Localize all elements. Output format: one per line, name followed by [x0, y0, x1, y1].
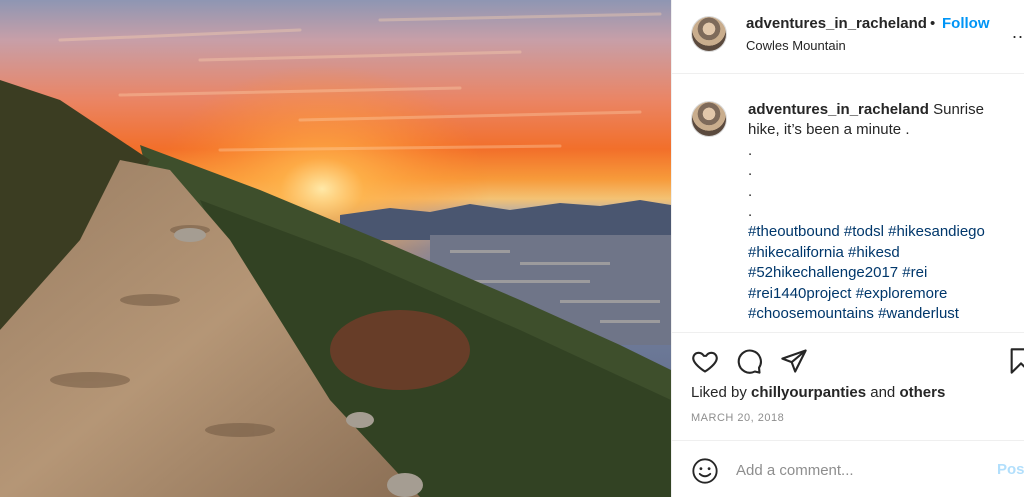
action-bar — [672, 343, 1024, 379]
avatar[interactable] — [691, 16, 727, 52]
caption-dot: . — [748, 162, 753, 180]
comment-bar: Pos — [672, 440, 1024, 497]
post-date[interactable]: MARCH 20, 2018 — [691, 412, 784, 424]
bookmark-icon[interactable] — [1007, 347, 1024, 375]
username-link[interactable]: adventures_in_racheland — [746, 15, 927, 32]
caption-avatar[interactable] — [691, 101, 727, 137]
caption-dot: . — [748, 203, 753, 221]
liked-by-user-link[interactable]: chillyourpanties — [751, 384, 866, 401]
caption-dot: . — [748, 182, 753, 200]
post-header: adventures_in_racheland • Follow Cowles … — [672, 0, 1024, 74]
comment-icon[interactable] — [735, 347, 763, 375]
liked-by-others-link[interactable]: others — [899, 384, 945, 401]
heart-icon[interactable] — [691, 347, 719, 375]
caption-username-link[interactable]: adventures_in_racheland — [748, 101, 929, 118]
comment-input[interactable] — [736, 459, 986, 481]
post-photo[interactable] — [0, 0, 671, 497]
sunrise-hike-image — [0, 0, 671, 497]
post-sidebar: adventures_in_racheland • Follow Cowles … — [671, 0, 1024, 497]
caption-line-2: hike, it’s been a minute . — [748, 121, 910, 139]
hashtag-line[interactable]: #theoutbound #todsl #hikesandiego — [748, 222, 1018, 242]
separator-dot: • — [930, 15, 936, 32]
hashtag-line[interactable]: #52hikechallenge2017 #rei — [748, 263, 1018, 283]
smiley-icon[interactable] — [691, 457, 719, 485]
hashtag-line[interactable]: #hikecalifornia #hikesd — [748, 243, 1018, 263]
caption-text: adventures_in_racheland Sunrise hike, it… — [748, 100, 1018, 324]
caption-intro: Sunrise — [933, 101, 984, 118]
post-comment-button[interactable]: Pos — [997, 461, 1024, 478]
follow-button[interactable]: Follow — [942, 15, 990, 32]
more-options-icon[interactable]: .. — [1012, 22, 1024, 43]
liked-by-and: and — [870, 384, 896, 401]
hashtag-line[interactable]: #choosemountains #wanderlust — [748, 304, 1018, 324]
location-link[interactable]: Cowles Mountain — [746, 38, 846, 53]
caption-line-1: adventures_in_racheland Sunrise — [748, 100, 1018, 120]
caption-section: adventures_in_racheland Sunrise hike, it… — [672, 75, 1024, 333]
liked-by-prefix: Liked by — [691, 384, 747, 401]
likes-text: Liked by chillyourpanties and others — [691, 384, 945, 401]
caption-dot: . — [748, 141, 753, 159]
paper-plane-icon[interactable] — [780, 347, 808, 375]
hashtag-line[interactable]: #rei1440project #exploremore — [748, 284, 1018, 304]
